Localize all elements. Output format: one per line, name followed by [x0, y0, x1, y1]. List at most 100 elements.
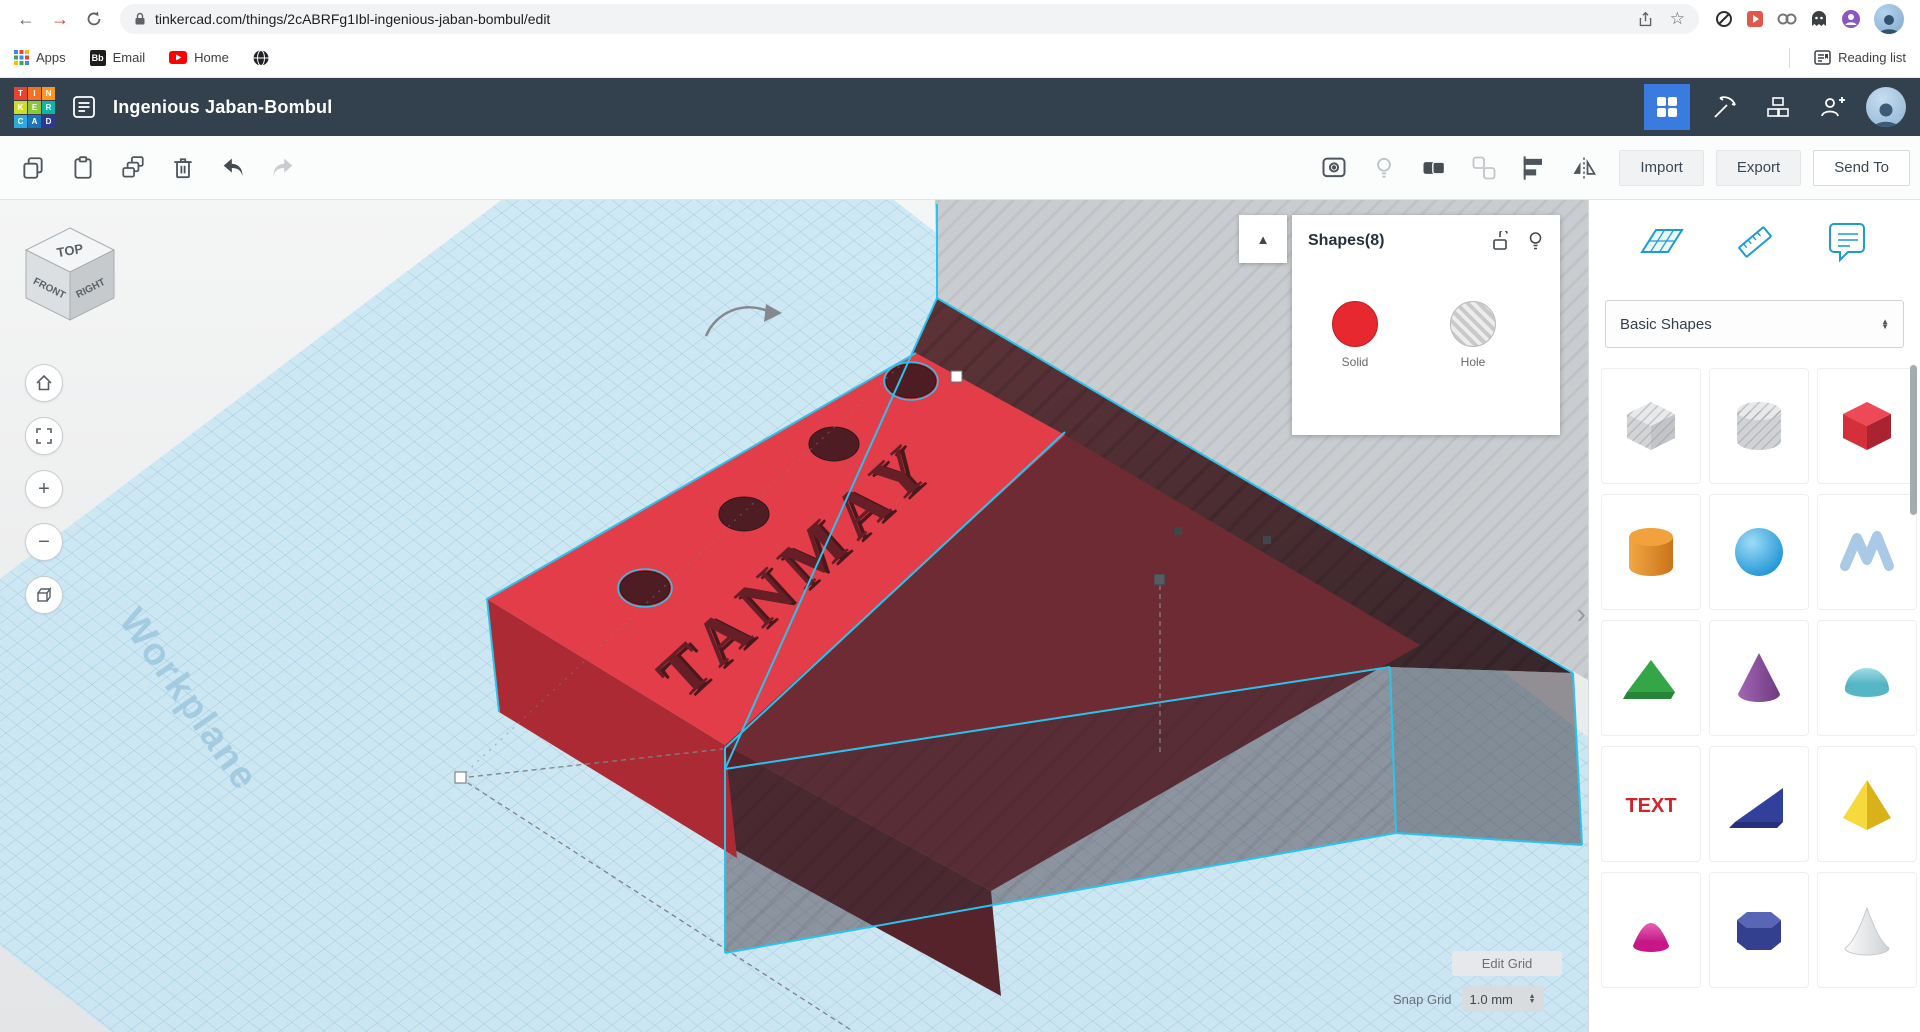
paste-button[interactable] [60, 145, 106, 191]
blocked-circle-icon[interactable] [1715, 10, 1733, 28]
shape-tile-soft-cone[interactable] [1817, 872, 1917, 988]
wedge-icon [1729, 788, 1783, 828]
red-square-extension-icon[interactable] [1746, 10, 1764, 28]
send-to-button[interactable]: Send To [1813, 149, 1910, 186]
3d-viewport[interactable]: Workplane TANMAY TANMAY TOP FRONT RIGHT … [0, 200, 1588, 1032]
back-icon[interactable]: ← [10, 3, 42, 35]
undo-button[interactable] [210, 145, 256, 191]
delete-button[interactable] [160, 145, 206, 191]
duplicate-button[interactable] [110, 145, 156, 191]
snap-grid-select[interactable]: 1.0 mm ▲ ▼ [1461, 986, 1544, 1012]
export-button[interactable]: Export [1715, 149, 1802, 186]
bookmark-star-icon[interactable]: ☆ [1670, 9, 1685, 29]
shape-tile-cone[interactable] [1709, 620, 1809, 736]
shape-tile-box-hole[interactable] [1601, 368, 1701, 484]
fit-view-icon [36, 428, 52, 444]
workplane-icon [1639, 229, 1684, 253]
workplane-tool-button[interactable] [1636, 216, 1688, 268]
ungroup-button[interactable] [1461, 145, 1507, 191]
edit-grid-button[interactable]: Edit Grid [1452, 951, 1562, 976]
shapes-panel-collapse-button[interactable]: ▲ [1239, 215, 1287, 263]
profile-extension-icon[interactable] [1841, 9, 1861, 29]
show-all-icon [1322, 157, 1346, 177]
hole-swatch[interactable] [1450, 301, 1496, 347]
globe-icon [253, 49, 269, 66]
home-view-button[interactable] [25, 364, 63, 402]
group-icon [1423, 160, 1446, 175]
avatar[interactable] [1866, 87, 1906, 127]
bookmark-apps[interactable]: Apps [14, 50, 66, 65]
home-icon [36, 374, 52, 391]
design-menu-icon[interactable] [71, 94, 97, 120]
scale-handle[interactable] [950, 370, 963, 383]
shape-tile-box[interactable] [1817, 368, 1917, 484]
cylinder-hole-icon [1737, 402, 1781, 450]
zoom-out-button[interactable]: − [25, 523, 63, 561]
select-chevrons-icon: ▲ ▼ [1881, 317, 1889, 331]
show-all-button[interactable] [1311, 145, 1357, 191]
shape-tile-cylinder[interactable] [1601, 494, 1701, 610]
undo-icon [223, 158, 243, 176]
share-icon[interactable] [1637, 11, 1654, 28]
midpoint-handle[interactable] [1263, 536, 1271, 544]
reading-list-button[interactable]: Reading list [1814, 50, 1906, 65]
shape-tile-cylinder-hole[interactable] [1709, 368, 1809, 484]
bricks-export-button[interactable] [1758, 87, 1798, 127]
shape-tile-roof[interactable] [1601, 620, 1701, 736]
zoom-in-button[interactable]: + [25, 470, 63, 508]
cone-icon [1738, 653, 1780, 702]
perspective-button[interactable] [25, 576, 63, 614]
scale-handle[interactable] [454, 771, 467, 784]
bookmark-globe[interactable] [253, 49, 269, 66]
link-extension-icon[interactable] [1777, 12, 1797, 26]
midpoint-handle[interactable] [1174, 527, 1182, 535]
copy-button[interactable] [10, 145, 56, 191]
sidebar-collapse-chevron[interactable]: › [1577, 598, 1586, 630]
grid-view-icon [1657, 97, 1677, 117]
unlock-icon[interactable] [1491, 231, 1509, 251]
ruler-tool-button[interactable] [1729, 216, 1781, 268]
ungroup-icon [1472, 156, 1496, 179]
group-button[interactable] [1411, 145, 1457, 191]
browser-toolbar: ← → tinkercad.com/things/2cABRFg1Ibl-ing… [0, 0, 1920, 38]
sidebar-scrollbar[interactable] [1910, 365, 1917, 515]
lightbulb-icon[interactable] [1527, 231, 1544, 251]
solid-swatch[interactable] [1332, 301, 1378, 347]
share-design-button[interactable] [1812, 87, 1852, 127]
spinner-icons: ▲ ▼ [1528, 993, 1536, 1005]
solid-label: Solid [1341, 355, 1369, 369]
redo-button[interactable] [260, 145, 306, 191]
dark-extension-icon[interactable] [1810, 10, 1828, 28]
notes-tool-button[interactable] [1822, 216, 1874, 268]
shape-category-select[interactable]: Basic Shapes ▲ ▼ [1605, 300, 1904, 348]
hide-button[interactable] [1361, 145, 1407, 191]
shape-tile-paraboloid[interactable] [1601, 872, 1701, 988]
import-button[interactable]: Import [1619, 149, 1704, 186]
tinkercad-header: TIN KER CAD Ingenious Jaban-Bombul [0, 78, 1920, 136]
shape-tile-text[interactable]: TEXT [1601, 746, 1701, 862]
fit-view-button[interactable] [25, 417, 63, 455]
editor-toolbar: Import Export Send To [0, 136, 1920, 200]
blocks-view-button[interactable] [1644, 84, 1690, 130]
view-cube[interactable]: TOP FRONT RIGHT [14, 218, 126, 335]
height-handle[interactable] [1153, 573, 1166, 586]
shape-tile-pyramid[interactable] [1817, 746, 1917, 862]
mirror-button[interactable] [1561, 145, 1607, 191]
reading-list-icon [1814, 50, 1831, 65]
address-bar[interactable]: tinkercad.com/things/2cABRFg1Ibl-ingenio… [120, 4, 1699, 34]
align-button[interactable] [1511, 145, 1557, 191]
minecraft-export-button[interactable] [1704, 87, 1744, 127]
shape-tile-scribble[interactable] [1817, 494, 1917, 610]
avatar[interactable] [1874, 4, 1904, 34]
refresh-icon[interactable] [78, 3, 110, 35]
bookmark-home[interactable]: Home [169, 50, 229, 65]
forward-icon[interactable]: → [44, 3, 76, 35]
bookmark-email[interactable]: Bb Email [89, 49, 145, 66]
shape-tile-polygon[interactable] [1709, 872, 1809, 988]
url-text[interactable]: tinkercad.com/things/2cABRFg1Ibl-ingenio… [155, 11, 550, 27]
shape-tile-half-sphere[interactable] [1817, 620, 1917, 736]
shape-tile-sphere[interactable] [1709, 494, 1809, 610]
shape-tile-wedge[interactable] [1709, 746, 1809, 862]
snap-grid-label: Snap Grid [1393, 991, 1452, 1007]
tinkercad-logo[interactable]: TIN KER CAD [14, 86, 55, 128]
